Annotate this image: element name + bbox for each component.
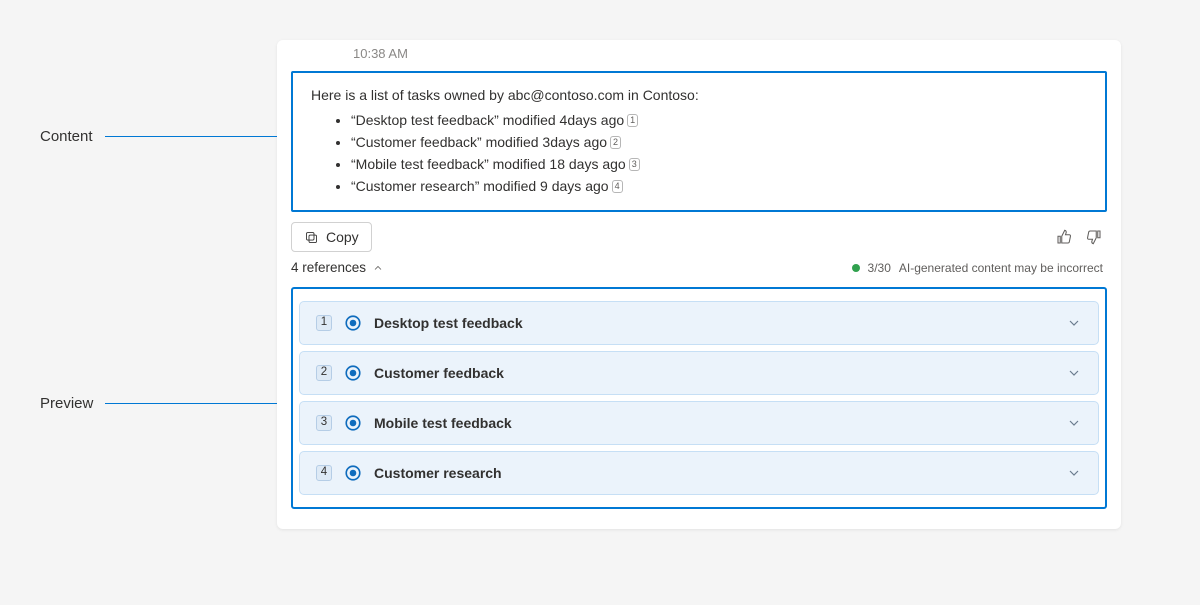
preview-section-label: Preview <box>40 395 93 412</box>
actions-row: Copy <box>277 212 1121 252</box>
usage-counter: 3/30 <box>868 261 891 275</box>
footnote-badge: 3 <box>629 158 640 171</box>
reference-source-icon <box>344 314 362 332</box>
callout-line <box>105 403 285 404</box>
references-row: 4 references 3/30 AI-generated content m… <box>277 252 1121 281</box>
chevron-down-icon <box>1066 465 1082 481</box>
copy-icon <box>304 230 319 245</box>
reference-item[interactable]: 2 Customer feedback <box>299 351 1099 395</box>
message-card: 10:38 AM Here is a list of tasks owned b… <box>277 40 1121 529</box>
content-section-label: Content <box>40 128 93 145</box>
callout-line <box>105 136 281 137</box>
chevron-down-icon <box>1066 365 1082 381</box>
reference-source-icon <box>344 364 362 382</box>
reference-title: Desktop test feedback <box>374 315 523 331</box>
chevron-down-icon <box>1066 315 1082 331</box>
reference-item[interactable]: 3 Mobile test feedback <box>299 401 1099 445</box>
list-item-text: “Customer research” modified 9 days ago <box>351 178 609 194</box>
reference-number: 2 <box>316 365 332 381</box>
status-dot-icon <box>852 264 860 272</box>
ai-disclaimer-text: AI-generated content may be incorrect <box>899 261 1103 275</box>
references-toggle[interactable]: 4 references <box>291 260 384 275</box>
preview-section: 1 Desktop test feedback 2 Customer feedb… <box>291 287 1107 509</box>
copy-button-label: Copy <box>326 229 359 245</box>
list-item: “Desktop test feedback” modified 4days a… <box>351 110 1087 131</box>
reference-number: 4 <box>316 465 332 481</box>
reference-number: 1 <box>316 315 332 331</box>
list-item: “Mobile test feedback” modified 18 days … <box>351 154 1087 175</box>
list-item-text: “Mobile test feedback” modified 18 days … <box>351 156 626 172</box>
reference-source-icon <box>344 414 362 432</box>
chevron-down-icon <box>1066 415 1082 431</box>
reference-item[interactable]: 4 Customer research <box>299 451 1099 495</box>
footnote-badge: 4 <box>612 180 623 193</box>
content-intro: Here is a list of tasks owned by abc@con… <box>311 85 1087 106</box>
chevron-up-icon <box>372 262 384 274</box>
footnote-badge: 2 <box>610 136 621 149</box>
timestamp: 10:38 AM <box>277 40 1121 71</box>
list-item: “Customer research” modified 9 days ago4 <box>351 176 1087 197</box>
copy-button[interactable]: Copy <box>291 222 372 252</box>
reference-source-icon <box>344 464 362 482</box>
content-list: “Desktop test feedback” modified 4days a… <box>311 110 1087 197</box>
list-item-text: “Customer feedback” modified 3days ago <box>351 134 607 150</box>
list-item: “Customer feedback” modified 3days ago2 <box>351 132 1087 153</box>
reference-number: 3 <box>316 415 332 431</box>
footnote-badge: 1 <box>627 114 638 127</box>
list-item-text: “Desktop test feedback” modified 4days a… <box>351 112 624 128</box>
content-section: Here is a list of tasks owned by abc@con… <box>291 71 1107 212</box>
reference-item[interactable]: 1 Desktop test feedback <box>299 301 1099 345</box>
thumbs-down-icon[interactable] <box>1085 228 1103 246</box>
reference-title: Mobile test feedback <box>374 415 512 431</box>
reference-title: Customer research <box>374 465 502 481</box>
reference-title: Customer feedback <box>374 365 504 381</box>
ai-disclaimer: 3/30 AI-generated content may be incorre… <box>852 261 1103 275</box>
thumbs-up-icon[interactable] <box>1055 228 1073 246</box>
references-count-label: 4 references <box>291 260 366 275</box>
